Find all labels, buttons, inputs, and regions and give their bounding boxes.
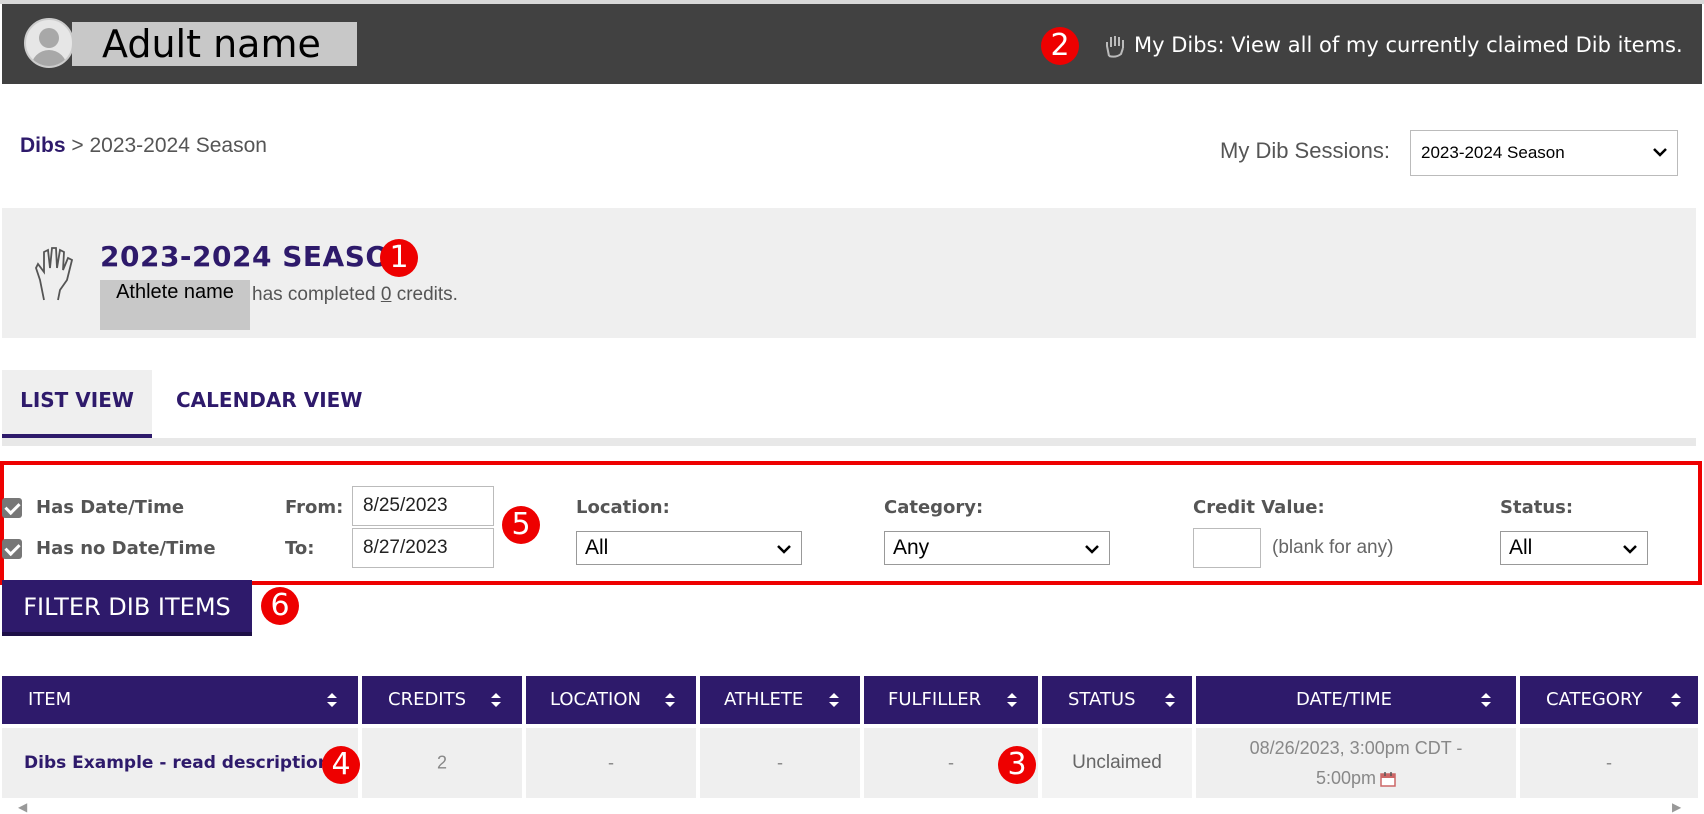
status-select[interactable]: All <box>1500 531 1648 565</box>
annotation-badge-4: 4 <box>322 746 360 784</box>
has-no-datetime-checkbox[interactable] <box>2 539 22 559</box>
avatar-icon[interactable] <box>24 18 74 68</box>
breadcrumb: Dibs > 2023-2024 Season <box>20 134 267 158</box>
sort-icon <box>491 693 501 707</box>
tab-calendar-view[interactable]: CALENDAR VIEW <box>176 370 362 438</box>
sort-icon <box>1671 693 1681 707</box>
sessions-label: My Dib Sessions: <box>1220 138 1390 163</box>
annotation-badge-5: 5 <box>502 506 540 544</box>
column-header-datetime[interactable]: DATE/TIME <box>1196 676 1516 724</box>
sort-icon <box>1007 693 1017 707</box>
scroll-right-arrow[interactable]: ▶ <box>1672 800 1681 814</box>
column-header-athlete[interactable]: ATHLETE <box>700 676 860 724</box>
cell-status: Unclaimed <box>1042 728 1192 798</box>
annotation-badge-3: 3 <box>998 746 1036 784</box>
sessions-selected-value: 2023-2024 Season <box>1421 143 1565 162</box>
from-date-input[interactable]: 8/25/2023 <box>352 486 494 526</box>
credit-value-note: (blank for any) <box>1272 537 1394 558</box>
status-label: Status: <box>1500 497 1574 518</box>
chevron-down-icon <box>1623 545 1637 554</box>
credit-value-label: Credit Value: <box>1193 497 1325 518</box>
season-title: 2023-2024 SEASON <box>100 240 414 273</box>
breadcrumb-current: 2023-2024 Season <box>89 134 267 157</box>
column-header-location[interactable]: LOCATION <box>526 676 696 724</box>
hand-icon <box>1106 36 1124 58</box>
table-row: Dibs Example - read description <box>2 728 358 798</box>
location-select[interactable]: All <box>576 531 802 565</box>
scroll-left-arrow[interactable]: ◀ <box>18 800 27 814</box>
sort-icon <box>829 693 839 707</box>
filter-panel-highlight <box>0 461 1702 585</box>
item-link[interactable]: Dibs Example - read description <box>24 753 358 773</box>
cell-datetime: 08/26/2023, 3:00pm CDT -5:00pm <box>1196 728 1516 798</box>
column-header-fulfiller[interactable]: FULFILLER <box>864 676 1038 724</box>
chevron-down-icon <box>1653 148 1667 157</box>
column-header-category[interactable]: CATEGORY <box>1520 676 1698 724</box>
chevron-down-icon <box>777 545 791 554</box>
breadcrumb-dibs-link[interactable]: Dibs <box>20 134 66 157</box>
status-value: All <box>1509 536 1533 559</box>
annotation-badge-1: 1 <box>380 239 418 277</box>
cell-location: - <box>526 728 696 798</box>
column-header-item[interactable]: ITEM <box>2 676 358 724</box>
has-datetime-checkbox[interactable] <box>2 498 22 518</box>
has-no-datetime-label: Has no Date/Time <box>36 538 216 559</box>
sort-icon <box>1481 693 1491 707</box>
category-value: Any <box>893 536 930 559</box>
sessions-select[interactable]: 2023-2024 Season <box>1410 130 1678 176</box>
completed-credits-text: has completed 0 credits. <box>252 284 458 305</box>
cell-category: - <box>1520 728 1698 798</box>
sort-icon <box>327 693 337 707</box>
credits-count: 0 <box>380 284 392 305</box>
category-label: Category: <box>884 497 984 518</box>
season-header-box <box>2 208 1696 338</box>
annotation-badge-6: 6 <box>261 587 299 625</box>
tab-list-view[interactable]: LIST VIEW <box>2 370 152 438</box>
location-value: All <box>585 536 609 559</box>
from-label: From: <box>285 497 344 518</box>
cell-athlete: - <box>700 728 860 798</box>
my-dibs-link[interactable]: My Dibs: View all of my currently claime… <box>1104 30 1683 60</box>
tab-underline <box>2 438 1696 446</box>
category-select[interactable]: Any <box>884 531 1110 565</box>
hand-raised-icon <box>35 247 74 301</box>
column-header-status[interactable]: STATUS <box>1042 676 1192 724</box>
my-dibs-text: My Dibs: View all of my currently claime… <box>1134 33 1683 57</box>
cell-credits: 2 <box>362 728 522 798</box>
column-header-credits[interactable]: CREDITS <box>362 676 522 724</box>
has-datetime-label: Has Date/Time <box>36 497 185 518</box>
sort-icon <box>665 693 675 707</box>
sort-icon <box>1165 693 1175 707</box>
annotation-badge-2: 2 <box>1041 27 1079 65</box>
athlete-name: Athlete name <box>100 280 250 330</box>
calendar-icon[interactable] <box>1380 771 1396 787</box>
filter-dib-items-button[interactable]: FILTER DIB ITEMS <box>2 580 252 636</box>
to-date-input[interactable]: 8/27/2023 <box>352 528 494 568</box>
location-label: Location: <box>576 497 670 518</box>
credit-value-input[interactable] <box>1193 528 1261 568</box>
breadcrumb-separator: > <box>71 134 84 157</box>
chevron-down-icon <box>1085 545 1099 554</box>
to-label: To: <box>285 538 315 559</box>
adult-name: Adult name <box>72 22 357 66</box>
